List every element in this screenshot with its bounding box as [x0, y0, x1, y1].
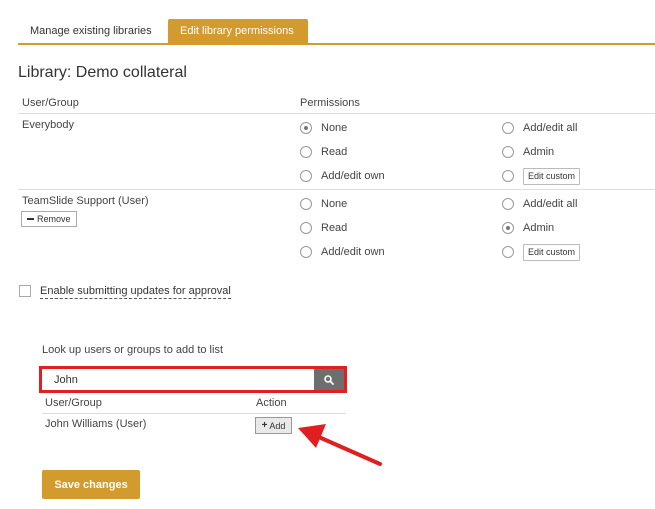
minus-icon — [27, 218, 34, 220]
radio-icon — [300, 246, 312, 258]
row-name-everybody: Everybody — [22, 119, 74, 131]
remove-label: Remove — [37, 213, 71, 224]
plus-icon: + — [261, 420, 268, 431]
radio-label: Read — [321, 222, 348, 234]
lookup-label: Look up users or groups to add to list — [42, 344, 223, 356]
remove-button[interactable]: Remove — [21, 211, 77, 227]
radio-teamslide-none[interactable]: None — [300, 196, 347, 212]
radio-label: Add/edit own — [321, 246, 385, 258]
radio-label: Add/edit all — [523, 122, 578, 134]
radio-everybody-custom[interactable]: Edit custom — [502, 167, 581, 185]
radio-icon — [300, 170, 312, 182]
tab-bar: Manage existing libraries Edit library p… — [18, 19, 655, 45]
radio-everybody-none[interactable]: None — [300, 120, 347, 136]
radio-everybody-admin[interactable]: Admin — [502, 144, 554, 160]
radio-icon — [502, 246, 514, 258]
radio-icon — [502, 122, 514, 134]
radio-everybody-add-edit-all[interactable]: Add/edit all — [502, 120, 577, 136]
edit-custom-button[interactable]: Edit custom — [523, 243, 581, 261]
search-button[interactable] — [314, 369, 344, 390]
add-button[interactable]: + Add — [255, 417, 292, 434]
approval-checkbox[interactable] — [19, 285, 31, 297]
divider — [18, 113, 655, 114]
radio-label: Add/edit own — [321, 170, 385, 182]
radio-teamslide-add-edit-all[interactable]: Add/edit all — [502, 196, 577, 212]
search-box — [39, 366, 347, 393]
tab-edit-permissions[interactable]: Edit library permissions — [168, 19, 308, 43]
results-header-user: User/Group — [45, 397, 102, 409]
radio-label: Admin — [523, 146, 555, 158]
radio-icon — [502, 146, 514, 158]
radio-icon — [300, 198, 312, 210]
radio-icon — [300, 146, 312, 158]
radio-label: None — [321, 122, 348, 134]
edit-custom-button[interactable]: Edit custom — [523, 167, 581, 185]
result-name: John Williams (User) — [45, 418, 147, 430]
approval-checkbox-label[interactable]: Enable submitting updates for approval — [40, 285, 231, 299]
divider — [42, 413, 346, 414]
tab-manage-libraries[interactable]: Manage existing libraries — [18, 19, 166, 43]
row-name-teamslide-support: TeamSlide Support (User) — [22, 195, 149, 207]
save-changes-button[interactable]: Save changes — [42, 470, 140, 499]
radio-label: Add/edit all — [523, 198, 578, 210]
search-icon — [324, 374, 334, 385]
radio-selected-icon — [300, 122, 312, 134]
radio-teamslide-admin[interactable]: Admin — [502, 220, 554, 236]
column-header-permissions: Permissions — [300, 97, 360, 109]
column-header-user: User/Group — [22, 97, 79, 109]
radio-icon — [300, 222, 312, 234]
radio-teamslide-add-edit-own[interactable]: Add/edit own — [300, 244, 385, 260]
annotation-arrow-icon — [298, 424, 382, 466]
divider — [18, 189, 655, 190]
radio-everybody-add-edit-own[interactable]: Add/edit own — [300, 168, 385, 184]
radio-icon — [502, 198, 514, 210]
radio-label: None — [321, 198, 348, 210]
page-title: Library: Demo collateral — [18, 64, 187, 81]
search-input[interactable] — [42, 369, 314, 390]
radio-label: Read — [321, 146, 348, 158]
radio-teamslide-custom[interactable]: Edit custom — [502, 243, 581, 261]
radio-everybody-read[interactable]: Read — [300, 144, 347, 160]
results-header-action: Action — [256, 397, 287, 409]
radio-label: Admin — [523, 222, 555, 234]
radio-icon — [502, 170, 514, 182]
radio-selected-icon — [502, 222, 514, 234]
radio-teamslide-read[interactable]: Read — [300, 220, 347, 236]
add-label: Add — [269, 420, 286, 431]
